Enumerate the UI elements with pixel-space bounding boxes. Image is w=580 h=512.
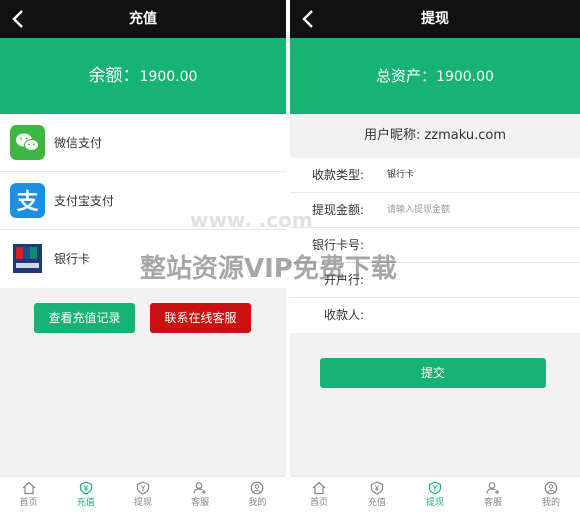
balance-value: 1900.00	[139, 69, 198, 85]
svg-text:支: 支	[16, 190, 39, 215]
payee-type-row[interactable]: 收款类型: 银行卡	[290, 158, 580, 193]
tab-label: 客服	[191, 498, 210, 508]
tab-mine[interactable]: 我的	[522, 477, 580, 512]
tab-label: 客服	[483, 498, 502, 508]
home-icon	[312, 481, 326, 495]
tab-withdraw[interactable]: 提现	[114, 477, 171, 512]
tab-home[interactable]: 首页	[290, 477, 348, 512]
payee-type-label: 收款类型:	[311, 168, 364, 182]
pay-method-label: 微信支付	[54, 136, 103, 150]
wechat-pay-icon	[10, 125, 45, 160]
tab-service[interactable]: 客服	[464, 477, 522, 512]
balance-banner: 余额：1900.00	[0, 38, 286, 114]
amount-row: 提现金额: 请输入提现金额	[290, 193, 580, 228]
bank-row: 开户行:	[290, 263, 580, 298]
profile-icon	[544, 481, 558, 495]
withdraw-icon	[136, 481, 150, 495]
pay-method-alipay[interactable]: 支 支付宝支付	[0, 172, 286, 230]
top-bar: 提现	[290, 0, 580, 38]
home-icon	[22, 481, 35, 495]
payment-method-list: 微信支付 支 支付宝支付 银行卡	[0, 114, 286, 288]
unionpay-card-icon	[10, 241, 45, 276]
pay-method-label: 银行卡	[54, 252, 91, 266]
tab-label: 我的	[248, 498, 267, 508]
yuan-shield-icon	[79, 481, 92, 495]
withdraw-icon	[428, 481, 442, 495]
pay-method-bankcard[interactable]: 银行卡	[0, 230, 286, 288]
page-title: 提现	[421, 11, 449, 27]
tab-withdraw[interactable]: 提现	[406, 477, 464, 512]
tab-label: 我的	[541, 498, 560, 508]
tab-label: 提现	[425, 498, 444, 508]
tab-mine[interactable]: 我的	[229, 477, 286, 512]
tab-recharge[interactable]: 充值	[57, 477, 114, 512]
card-number-label: 银行卡号:	[311, 238, 364, 252]
user-plus-icon	[486, 482, 499, 494]
assets-banner: 总资产：1900.00	[290, 38, 580, 114]
tab-label: 充值	[76, 498, 95, 508]
payee-type-value[interactable]: 银行卡	[387, 158, 414, 193]
tab-home[interactable]: 首页	[0, 477, 57, 512]
tab-recharge[interactable]: 充值	[348, 477, 406, 512]
tab-label: 首页	[19, 498, 38, 508]
nickname-value: zzmaku.com	[424, 128, 507, 143]
bottom-tab-bar: 首页 充值 提现 客服 我的	[0, 476, 286, 512]
top-bar: 充值	[0, 0, 286, 38]
contact-service-button[interactable]: 联系在线客服	[150, 303, 251, 333]
bottom-tab-bar: 首页 充值 提现 客服 我的	[290, 476, 580, 512]
pay-method-label: 支付宝支付	[54, 194, 115, 208]
tab-service[interactable]: 客服	[172, 477, 229, 512]
user-nickname: 用户昵称: zzmaku.com	[290, 114, 580, 158]
bank-label: 开户行:	[323, 273, 364, 287]
page-title: 充值	[129, 11, 157, 27]
recharge-screen: 充值 余额：1900.00 微信支付 支 支付宝支付 银行卡 查看充值记录 联系…	[0, 0, 286, 512]
balance-label: 余额：	[88, 66, 140, 86]
withdraw-screen: 提现 总资产：1900.00 用户昵称: zzmaku.com 收款类型: 银行…	[290, 0, 580, 512]
view-recharge-records-button[interactable]: 查看充值记录	[34, 303, 135, 333]
nickname-label: 用户昵称:	[363, 128, 421, 143]
tab-label: 提现	[133, 498, 152, 508]
submit-button[interactable]: 提交	[320, 358, 546, 388]
assets-value: 1900.00	[436, 69, 494, 85]
user-plus-icon	[193, 482, 207, 494]
payee-label: 收款人:	[323, 308, 364, 322]
withdraw-form: 收款类型: 银行卡 提现金额: 请输入提现金额 银行卡号: 开户行: 收款人:	[290, 158, 580, 333]
profile-icon	[250, 481, 264, 495]
payee-row: 收款人:	[290, 298, 580, 333]
card-number-row: 银行卡号:	[290, 228, 580, 263]
amount-input[interactable]: 请输入提现金额	[387, 193, 450, 228]
amount-label: 提现金额:	[311, 203, 364, 217]
alipay-icon: 支	[10, 183, 45, 218]
tab-label: 充值	[367, 498, 386, 508]
pay-method-wechat[interactable]: 微信支付	[0, 114, 286, 172]
assets-label: 总资产：	[376, 67, 437, 85]
yuan-shield-icon	[370, 481, 384, 495]
tab-label: 首页	[309, 498, 328, 508]
